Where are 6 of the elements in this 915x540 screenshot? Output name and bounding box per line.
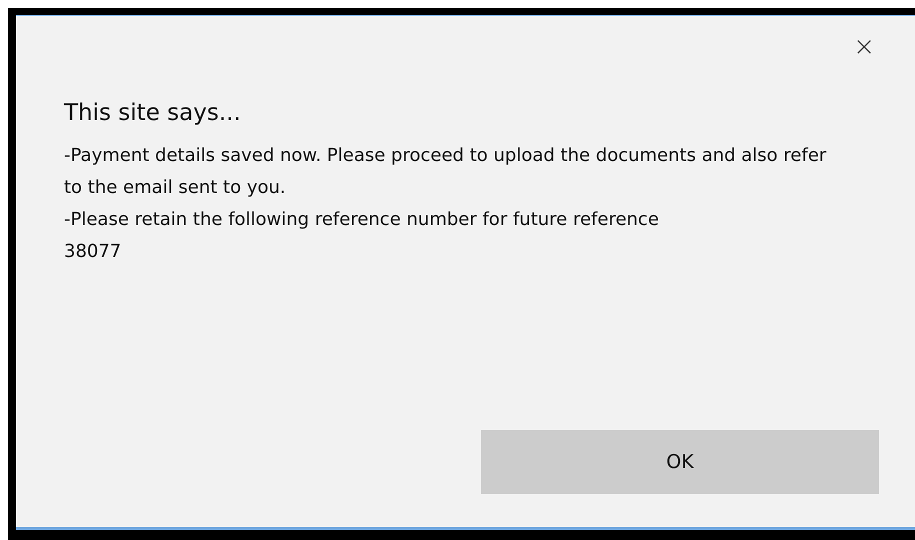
ok-button[interactable]: OK (481, 430, 879, 494)
message-text: 38077 (64, 240, 122, 264)
message-text: -Payment details saved now. Please proceed to upload the documents and also refer to the email sent to you. (64, 144, 828, 200)
close-button[interactable]: × (849, 34, 879, 60)
message-text: -Please retain the following reference number for future reference (64, 208, 660, 232)
dialog-title: This site says... (64, 100, 242, 126)
